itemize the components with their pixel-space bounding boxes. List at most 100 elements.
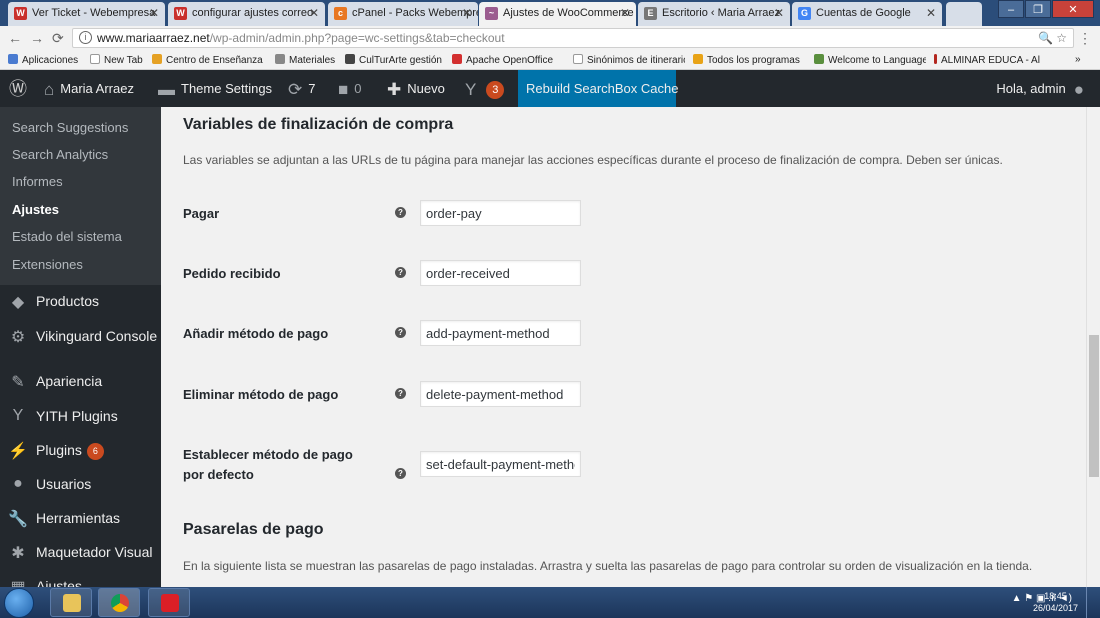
menu-item-maquetador-visual[interactable]: ✱ Maquetador Visual (0, 539, 161, 567)
bookmark-item[interactable]: Centro de Enseñanza (152, 54, 270, 66)
theme-settings-link[interactable]: ▬ Theme Settings (158, 70, 272, 107)
bookmark-label: Materiales (289, 55, 336, 66)
taskbar-explorer-button[interactable] (50, 588, 92, 617)
bookmark-favicon-icon (452, 54, 462, 64)
help-tip-icon[interactable]: ? (395, 267, 406, 278)
plugins-update-badge: 6 (86, 443, 104, 460)
bookmark-item[interactable]: ALMINAR EDUCA - Al (934, 54, 1050, 66)
new-content-link[interactable]: ✚ Nuevo (387, 70, 445, 107)
new-tab-button[interactable] (946, 2, 982, 26)
menu-kebab-icon[interactable]: ⋮ (1078, 30, 1092, 47)
rebuild-label: Rebuild SearchBox Cache (526, 81, 679, 96)
bookmark-label: CulTurArte gestión (359, 55, 442, 66)
admin-sidebar: Search Suggestions Search Analytics Info… (0, 107, 161, 587)
wordpress-logo-icon[interactable]: Ⓦ (9, 70, 33, 107)
home-icon: ⌂ (44, 80, 55, 99)
submenu-item-search-analytics[interactable]: Search Analytics (12, 147, 108, 162)
bookmarks-overflow-icon[interactable]: » (1075, 54, 1081, 65)
bookmark-item[interactable]: Aplicaciones (8, 54, 78, 66)
windows-start-icon[interactable] (4, 588, 34, 618)
menu-label: Vikinguard Console (36, 328, 158, 344)
woocommerce-submenu: Search Suggestions Search Analytics Info… (0, 107, 161, 285)
close-tab-icon[interactable]: ✕ (926, 6, 936, 20)
browser-tab-active[interactable]: ~ Ajustes de WooCommerce ✕ (479, 2, 636, 26)
minimize-icon[interactable]: – (998, 0, 1024, 18)
menu-item-productos[interactable]: ◆ Productos (0, 288, 161, 316)
field-label-anadir-metodo-de-pago: Añadir método de pago (183, 326, 329, 341)
yoast-seo-link[interactable]: Y3 (465, 70, 505, 107)
plus-icon: ✚ (387, 80, 402, 99)
menu-item-herramientas[interactable]: 🔧 Herramientas (0, 505, 161, 533)
taskbar-clock[interactable]: 18:45 26/04/2017 (1033, 590, 1078, 614)
url-input[interactable]: i www.mariaarraez.net/wp-admin/admin.php… (72, 28, 1074, 48)
delete-payment-method-input[interactable] (420, 381, 581, 407)
menu-label: Usuarios (36, 476, 92, 492)
submenu-item-estado-del-sistema[interactable]: Estado del sistema (12, 229, 122, 244)
bookmark-item[interactable]: Materiales (275, 54, 335, 66)
info-icon[interactable]: i (79, 31, 92, 44)
field-label-establecer-metodo-de-pago-por-defecto: Establecer método de pago por defecto (183, 447, 353, 482)
site-name-link[interactable]: ⌂ Maria Arraez (44, 70, 134, 107)
menu-item-usuarios[interactable]: ● Usuarios (0, 471, 161, 499)
browser-tab[interactable]: W Ver Ticket - Webempresa ✕ (8, 2, 165, 26)
set-default-payment-method-input[interactable] (420, 451, 581, 477)
bookmark-favicon-icon (693, 54, 703, 64)
add-payment-method-input[interactable] (420, 320, 581, 346)
taskbar-creative-cloud-button[interactable] (148, 588, 190, 617)
reload-icon[interactable]: ⟳ (52, 30, 64, 47)
close-tab-icon[interactable]: ✕ (462, 6, 472, 20)
browser-tab[interactable]: c cPanel - Packs Webempresa ✕ (328, 2, 478, 26)
order-pay-input[interactable] (420, 200, 581, 226)
yoast-icon: Y (465, 80, 477, 99)
help-tip-icon[interactable]: ? (395, 468, 406, 479)
chrome-icon (111, 594, 129, 612)
bookmark-item[interactable]: Todos los programas (693, 54, 803, 66)
help-tip-icon[interactable]: ? (395, 327, 406, 338)
my-account-link[interactable]: Hola, admin ● (996, 70, 1084, 107)
updates-link[interactable]: ⟳ 7 (288, 70, 315, 107)
taskbar-chrome-button[interactable] (98, 588, 140, 617)
order-received-input[interactable] (420, 260, 581, 286)
submenu-item-ajustes[interactable]: Ajustes (12, 202, 59, 217)
help-tip-icon[interactable]: ? (395, 207, 406, 218)
show-desktop-button[interactable] (1086, 587, 1100, 618)
bookmark-label: Sinónimos de itinerario (587, 55, 685, 66)
menu-item-apariencia[interactable]: ✎ Apariencia (0, 368, 161, 396)
menu-item-yith-plugins[interactable]: Y YITH Plugins (0, 403, 161, 431)
bookmark-item[interactable]: Welcome to Language (814, 54, 926, 66)
bookmark-item[interactable]: Apache OpenOffice (452, 54, 564, 66)
menu-label: Maquetador Visual (36, 544, 153, 560)
zoom-star-icons[interactable]: 🔍 ☆ (1038, 31, 1067, 45)
page-scrollbar[interactable] (1086, 107, 1100, 587)
submenu-item-informes[interactable]: Informes (12, 174, 63, 189)
tab-title: Escritorio ‹ Maria Arraez (662, 7, 780, 19)
browser-tab[interactable]: G Cuentas de Google ✕ (792, 2, 942, 26)
rebuild-searchbox-cache-button[interactable]: Rebuild SearchBox Cache (518, 70, 679, 107)
yith-icon: Y (12, 407, 24, 424)
menu-item-plugins[interactable]: ⚡ Plugins 6 (0, 437, 161, 465)
menu-item-vikinguard-console[interactable]: ⚙ Vikinguard Console (0, 323, 161, 351)
comments-link[interactable]: ■ 0 (338, 70, 362, 107)
maximize-icon[interactable]: ❐ (1025, 0, 1051, 18)
close-tab-icon[interactable]: ✕ (774, 6, 784, 20)
help-tip-icon[interactable]: ? (395, 388, 406, 399)
submenu-item-extensiones[interactable]: Extensiones (12, 257, 83, 272)
close-tab-icon[interactable]: ✕ (309, 6, 319, 20)
bookmark-label: New Tab (104, 55, 143, 66)
submenu-item-search-suggestions[interactable]: Search Suggestions (12, 120, 128, 135)
bookmark-item[interactable]: New Tab (90, 54, 143, 66)
bookmark-label: Centro de Enseñanza (166, 55, 263, 66)
close-tab-icon[interactable]: ✕ (149, 6, 159, 20)
close-window-icon[interactable]: ✕ (1052, 0, 1094, 18)
browser-tab[interactable]: W configurar ajustes correo ✕ (168, 2, 325, 26)
brush-icon: ✎ (11, 374, 25, 391)
back-arrow-icon[interactable]: ← (8, 30, 22, 46)
close-tab-icon[interactable]: ✕ (620, 6, 630, 20)
bookmark-item[interactable]: CulTurArte gestión (345, 54, 442, 66)
scrollbar-thumb[interactable] (1089, 335, 1099, 477)
forward-arrow-icon[interactable]: → (30, 30, 44, 46)
bookmark-item[interactable]: Sinónimos de itinerario (573, 54, 685, 66)
menu-item-ajustes[interactable]: ▦ Ajustes (0, 573, 161, 587)
greeting: Hola, admin (996, 81, 1066, 96)
browser-tab[interactable]: E Escritorio ‹ Maria Arraez ✕ (638, 2, 790, 26)
